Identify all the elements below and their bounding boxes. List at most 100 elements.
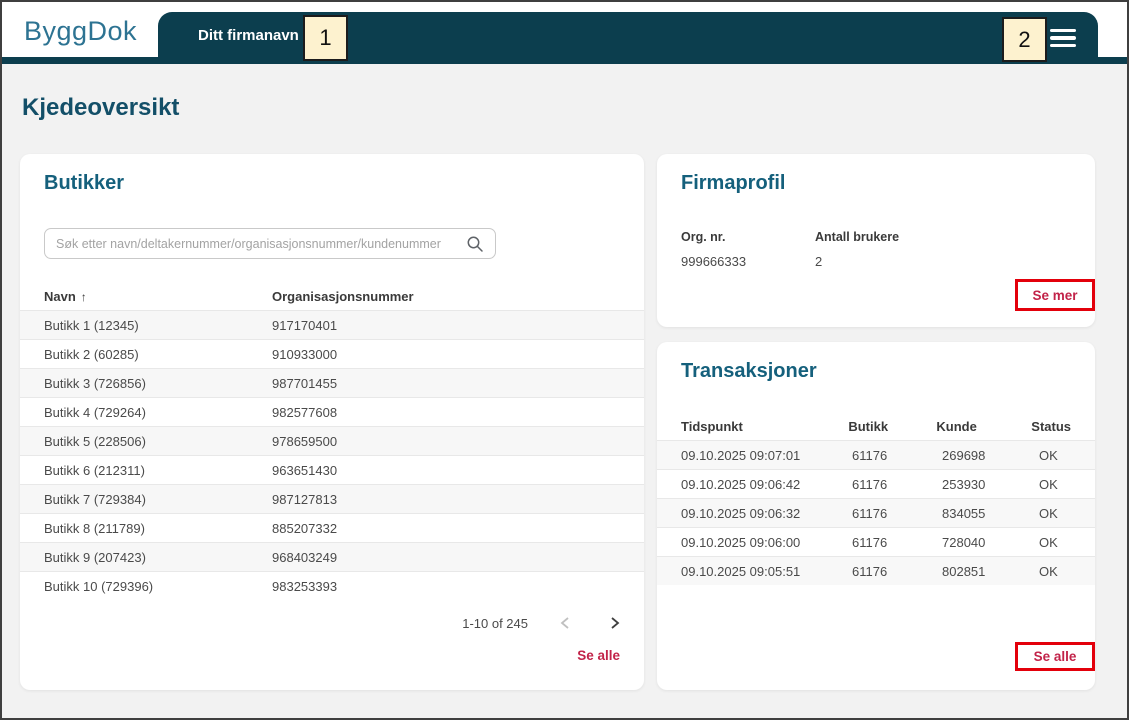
transaction-time-cell: 09.10.2025 09:06:00 <box>681 535 852 550</box>
store-orgnr-cell: 968403249 <box>272 550 620 565</box>
transaction-store-cell: 61176 <box>852 448 942 463</box>
see-more-highlight-box: Se mer <box>1015 279 1095 311</box>
users-count-label: Antall brukere <box>815 230 899 244</box>
store-name-cell: Butikk 3 (726856) <box>44 376 272 391</box>
users-count-value: 2 <box>815 254 822 269</box>
transaction-customer-cell: 728040 <box>942 535 1039 550</box>
butikker-table-row[interactable]: Butikk 4 (729264)982577608 <box>20 397 644 426</box>
butikker-table-row[interactable]: Butikk 3 (726856)987701455 <box>20 368 644 397</box>
butikker-table-row[interactable]: Butikk 10 (729396)983253393 <box>20 571 644 600</box>
transaction-time-cell: 09.10.2025 09:07:01 <box>681 448 852 463</box>
butikker-card-title: Butikker <box>44 172 124 195</box>
transaksjoner-table: Tidspunkt Butikk Kunde Status 09.10.2025… <box>657 412 1095 585</box>
store-orgnr-cell: 963651430 <box>272 463 620 478</box>
pagination: 1-10 of 245 <box>20 612 644 634</box>
next-page-button[interactable] <box>604 614 626 632</box>
butikker-table-row[interactable]: Butikk 8 (211789)885207332 <box>20 513 644 542</box>
butikker-table-row[interactable]: Butikk 5 (228506)978659500 <box>20 426 644 455</box>
header: ByggDok Ditt firmanavn <box>2 2 1127 57</box>
prev-page-button[interactable] <box>554 614 576 632</box>
transaction-time-cell: 09.10.2025 09:05:51 <box>681 564 852 579</box>
store-name-cell: Butikk 7 (729384) <box>44 492 272 507</box>
transaction-store-cell: 61176 <box>852 535 942 550</box>
store-orgnr-cell: 983253393 <box>272 579 620 594</box>
top-navbar: Ditt firmanavn <box>158 12 1098 63</box>
transaction-status-cell: OK <box>1039 448 1071 463</box>
transaksjoner-table-row[interactable]: 09.10.2025 09:07:0161176269698OK <box>657 440 1095 469</box>
butikker-card: Butikker Navn↑ Organisasjonsnummer Butik… <box>20 154 644 690</box>
transaction-store-cell: 61176 <box>852 477 942 492</box>
column-header-kunde: Kunde <box>936 419 1031 434</box>
butikker-table-row[interactable]: Butikk 6 (212311)963651430 <box>20 455 644 484</box>
pagination-range-label: 1-10 of 245 <box>462 616 528 631</box>
butikker-table-rows: Butikk 1 (12345)917170401Butikk 2 (60285… <box>20 310 644 600</box>
transaksjoner-card: Transaksjoner Tidspunkt Butikk Kunde Sta… <box>657 342 1095 690</box>
store-name-cell: Butikk 6 (212311) <box>44 463 272 478</box>
transaction-customer-cell: 269698 <box>942 448 1039 463</box>
transaction-store-cell: 61176 <box>852 564 942 579</box>
store-orgnr-cell: 917170401 <box>272 318 620 333</box>
hamburger-menu-icon[interactable] <box>1050 29 1076 47</box>
firmaprofil-card-title: Firmaprofil <box>681 172 785 195</box>
orgnr-label: Org. nr. <box>681 230 725 244</box>
annotation-marker-1: 1 <box>303 15 348 61</box>
transaksjoner-table-row[interactable]: 09.10.2025 09:06:0061176728040OK <box>657 527 1095 556</box>
transaction-customer-cell: 253930 <box>942 477 1039 492</box>
transaction-customer-cell: 834055 <box>942 506 1039 521</box>
search-icon[interactable] <box>466 235 495 253</box>
transaksjoner-table-header: Tidspunkt Butikk Kunde Status <box>657 412 1095 440</box>
transaksjoner-card-title: Transaksjoner <box>681 360 817 383</box>
page-title: Kjedeoversikt <box>22 94 179 122</box>
store-name-cell: Butikk 9 (207423) <box>44 550 272 565</box>
transaksjoner-table-rows: 09.10.2025 09:07:0161176269698OK09.10.20… <box>657 440 1095 585</box>
company-tab[interactable]: Ditt firmanavn <box>198 12 299 59</box>
header-divider-strip <box>2 57 1127 64</box>
transaction-status-cell: OK <box>1039 506 1071 521</box>
butikker-see-all-link[interactable]: Se alle <box>577 648 620 663</box>
transaksjoner-see-all-link[interactable]: Se alle <box>1034 649 1077 664</box>
firmaprofil-card: Firmaprofil Org. nr. Antall brukere 9996… <box>657 154 1095 327</box>
app-window: ByggDok Ditt firmanavn 1 2 Kjedeoversikt… <box>0 0 1129 720</box>
column-header-butikk: Butikk <box>848 419 936 434</box>
transaction-status-cell: OK <box>1039 564 1071 579</box>
butikker-table: Navn↑ Organisasjonsnummer Butikk 1 (1234… <box>20 282 644 600</box>
transaction-time-cell: 09.10.2025 09:06:42 <box>681 477 852 492</box>
transaction-customer-cell: 802851 <box>942 564 1039 579</box>
transaction-status-cell: OK <box>1039 535 1071 550</box>
column-header-organisasjonsnummer[interactable]: Organisasjonsnummer <box>272 289 620 304</box>
butikker-table-row[interactable]: Butikk 7 (729384)987127813 <box>20 484 644 513</box>
store-orgnr-cell: 987701455 <box>272 376 620 391</box>
butikker-table-header: Navn↑ Organisasjonsnummer <box>20 282 644 310</box>
butikker-table-row[interactable]: Butikk 2 (60285)910933000 <box>20 339 644 368</box>
transaction-status-cell: OK <box>1039 477 1071 492</box>
store-orgnr-cell: 885207332 <box>272 521 620 536</box>
orgnr-value: 999666333 <box>681 254 746 269</box>
transaction-time-cell: 09.10.2025 09:06:32 <box>681 506 852 521</box>
store-name-cell: Butikk 2 (60285) <box>44 347 272 362</box>
store-orgnr-cell: 982577608 <box>272 405 620 420</box>
column-header-tidspunkt: Tidspunkt <box>681 419 848 434</box>
store-orgnr-cell: 910933000 <box>272 347 620 362</box>
store-name-cell: Butikk 10 (729396) <box>44 579 272 594</box>
store-orgnr-cell: 987127813 <box>272 492 620 507</box>
sort-asc-icon: ↑ <box>81 290 87 304</box>
transaction-store-cell: 61176 <box>852 506 942 521</box>
store-name-cell: Butikk 5 (228506) <box>44 434 272 449</box>
butikker-table-row[interactable]: Butikk 9 (207423)968403249 <box>20 542 644 571</box>
store-name-cell: Butikk 4 (729264) <box>44 405 272 420</box>
store-search-input[interactable] <box>45 237 466 251</box>
butikker-table-row[interactable]: Butikk 1 (12345)917170401 <box>20 310 644 339</box>
transaksjoner-table-row[interactable]: 09.10.2025 09:05:5161176802851OK <box>657 556 1095 585</box>
store-name-cell: Butikk 8 (211789) <box>44 521 272 536</box>
transaksjoner-table-row[interactable]: 09.10.2025 09:06:3261176834055OK <box>657 498 1095 527</box>
store-orgnr-cell: 978659500 <box>272 434 620 449</box>
annotation-marker-2: 2 <box>1002 17 1047 62</box>
store-name-cell: Butikk 1 (12345) <box>44 318 272 333</box>
store-search <box>44 228 496 259</box>
transaksjoner-table-row[interactable]: 09.10.2025 09:06:4261176253930OK <box>657 469 1095 498</box>
see-all-highlight-box: Se alle <box>1015 642 1095 671</box>
firmaprofil-see-more-link[interactable]: Se mer <box>1032 288 1077 303</box>
column-header-navn[interactable]: Navn↑ <box>44 289 272 304</box>
column-header-status: Status <box>1031 419 1071 434</box>
app-logo[interactable]: ByggDok <box>24 16 137 47</box>
